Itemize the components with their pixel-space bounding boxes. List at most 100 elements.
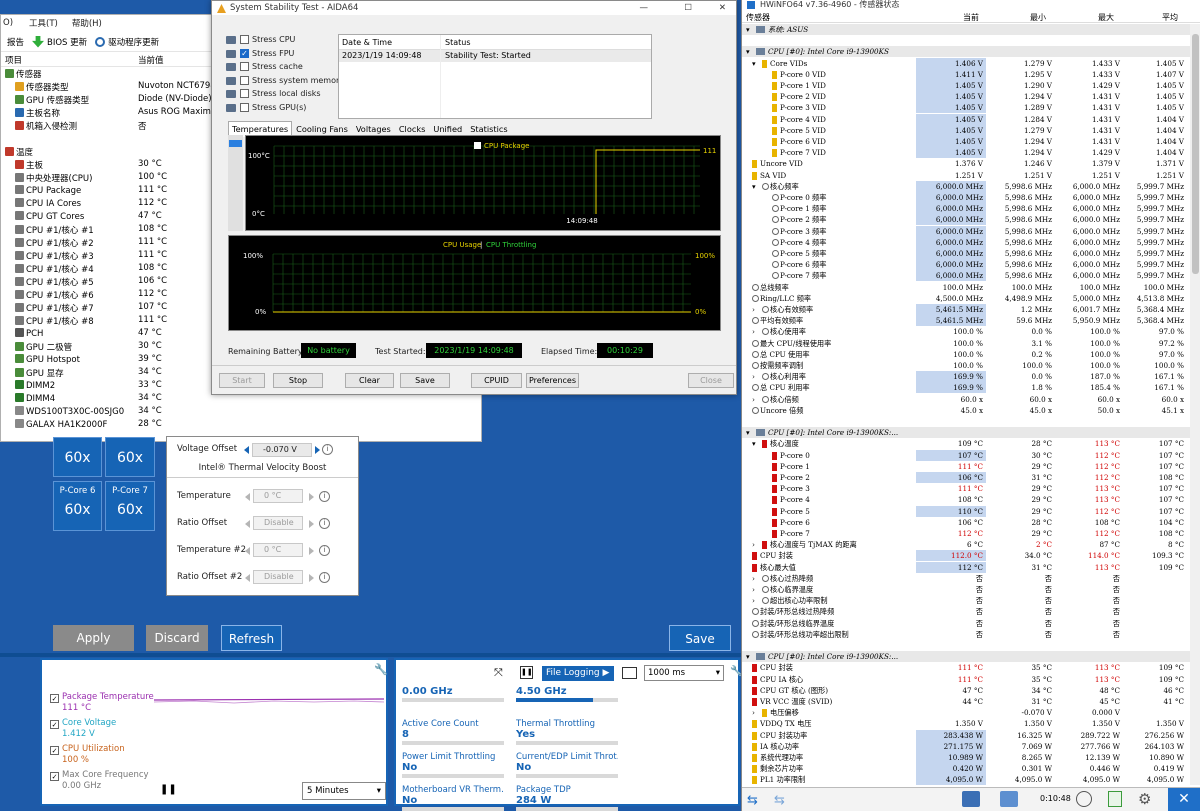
sensor-row[interactable]: ▾ 核心频率 6,000.0 MHz 5,998.6 MHz 6,000.0 MHz 5,… bbox=[742, 180, 1190, 192]
sensor-row[interactable]: P-core 4 108 °C 29 °C 113 °C 107 °C bbox=[742, 494, 1190, 505]
column-value[interactable]: 当前值 bbox=[138, 54, 164, 66]
col-current[interactable]: 当前 bbox=[963, 12, 979, 23]
sensor-row[interactable]: P-core 7 112 °C 29 °C 112 °C 108 °C bbox=[742, 528, 1190, 539]
info-icon[interactable]: i bbox=[319, 545, 330, 556]
checkbox[interactable]: ✓ bbox=[50, 694, 59, 703]
sensor-row[interactable]: P-core 0 107 °C 30 °C 112 °C 107 °C bbox=[742, 449, 1190, 461]
sensor-row[interactable]: › 电压偏移 -0.070 V 0.000 V bbox=[742, 707, 1190, 718]
sensor-row[interactable]: › 核心临界温度 否 否 否 bbox=[742, 584, 1190, 595]
checkbox[interactable]: ✓ bbox=[50, 720, 59, 729]
collapse-arrow-icon[interactable]: › bbox=[752, 304, 755, 315]
voltage-offset-select[interactable]: -0.070 V bbox=[252, 443, 312, 457]
report-button[interactable]: 报告 bbox=[7, 36, 24, 48]
decrease-arrow-icon[interactable] bbox=[245, 547, 250, 555]
close-icon[interactable]: ✕ bbox=[719, 1, 726, 15]
interval-select[interactable]: 1000 ms ▾ bbox=[644, 665, 724, 681]
core-tile[interactable]: 60x bbox=[105, 437, 155, 477]
sensor-row[interactable]: P-core 5 VID 1.405 V 1.279 V 1.431 V 1.404 V bbox=[742, 124, 1190, 136]
increase-arrow-icon[interactable] bbox=[309, 520, 314, 528]
sensor-row[interactable]: 剩余芯片功率 0.420 W 0.301 W 0.446 W 0.419 W bbox=[742, 763, 1190, 775]
sensor-row[interactable]: Uncore 倍频 45.0 x 45.0 x 50.0 x 45.1 x bbox=[742, 405, 1190, 416]
close-icon[interactable]: ✕ bbox=[1168, 788, 1200, 811]
sensor-row[interactable]: 总 CPU 利用率 169.9 % 1.8 % 185.4 % 167.1 % bbox=[742, 382, 1190, 394]
sensor-row[interactable]: CPU 封装 111 °C 35 °C 113 °C 109 °C bbox=[742, 662, 1190, 673]
sensor-row[interactable]: IA 核心功率 271.175 W 7.069 W 277.766 W 264.103 … bbox=[742, 740, 1190, 752]
sensor-row[interactable]: VR VCC 温度 (SVID) 44 °C 31 °C 45 °C 41 °C bbox=[742, 696, 1190, 707]
nav-arrows-icon[interactable]: ⇆ bbox=[774, 793, 785, 808]
collapse-arrow-icon[interactable]: › bbox=[752, 394, 755, 405]
sensor-row[interactable]: CPU 封装功率 283.438 W 16.325 W 289.722 W 276.25… bbox=[742, 729, 1190, 741]
sensor-row[interactable]: 最大 CPU/线程使用率 100.0 % 3.1 % 100.0 % 97.2 % bbox=[742, 338, 1190, 349]
sensor-row[interactable]: P-core 5 110 °C 29 °C 112 °C 107 °C bbox=[742, 505, 1190, 517]
sensor-row[interactable]: SA VID 1.251 V 1.251 V 1.251 V 1.251 V bbox=[742, 170, 1190, 181]
driver-update-button[interactable]: 驱动程序更新 bbox=[95, 36, 159, 48]
sensor-row[interactable]: P-core 3 频率 6,000.0 MHz 5,998.6 MHz 6,000.0… bbox=[742, 225, 1190, 237]
sensor-row[interactable]: › 超出核心功率限制 否 否 否 bbox=[742, 595, 1190, 606]
graph-scroll[interactable] bbox=[228, 135, 243, 231]
wrench-icon[interactable]: 🔧 bbox=[374, 663, 388, 676]
sensor-row[interactable]: P-core 2 106 °C 31 °C 112 °C 108 °C bbox=[742, 472, 1190, 483]
pause-icon[interactable]: ❚❚ bbox=[160, 784, 177, 795]
collapse-arrow-icon[interactable]: › bbox=[752, 707, 755, 718]
tvb-ratio-offset2-select[interactable]: Disable bbox=[253, 570, 303, 584]
clock-icon[interactable] bbox=[1076, 791, 1092, 807]
sensor-row[interactable]: Uncore VID 1.376 V 1.246 V 1.379 V 1.371 V bbox=[742, 158, 1190, 169]
decrease-arrow-icon[interactable] bbox=[245, 493, 250, 501]
checkbox[interactable]: ✓ bbox=[50, 772, 59, 781]
pause-icon[interactable]: ❚❚ bbox=[520, 666, 533, 679]
sensor-row[interactable]: 封装/环形总线过热降频 否 否 否 bbox=[742, 606, 1190, 617]
file-logging-button[interactable]: File Logging ▶ bbox=[542, 666, 614, 681]
col-max[interactable]: 最大 bbox=[1098, 12, 1114, 23]
preferences-button[interactable]: Preferences bbox=[526, 373, 579, 388]
start-button[interactable]: Start bbox=[219, 373, 265, 388]
collapse-arrow-icon[interactable]: › bbox=[752, 595, 755, 606]
sensor-row[interactable]: P-core 4 频率 6,000.0 MHz 5,998.6 MHz 6,000.0… bbox=[742, 236, 1190, 248]
sensor-row[interactable]: P-core 1 VID 1.405 V 1.290 V 1.429 V 1.405 V bbox=[742, 80, 1190, 91]
collapse-arrow-icon[interactable]: › bbox=[752, 539, 755, 550]
collapse-arrow-icon[interactable]: › bbox=[752, 326, 755, 337]
info-icon[interactable]: i bbox=[319, 572, 330, 583]
info-icon[interactable]: i bbox=[322, 444, 333, 455]
collapse-arrow-icon[interactable]: ▾ bbox=[746, 24, 750, 35]
sensor-row[interactable]: P-core 2 VID 1.405 V 1.294 V 1.431 V 1.405 V bbox=[742, 91, 1190, 103]
collapse-arrow-icon[interactable]: › bbox=[752, 371, 755, 382]
cpuid-button[interactable]: CPUID bbox=[471, 373, 522, 388]
tvb-ratio-offset-select[interactable]: Disable bbox=[253, 516, 303, 530]
stop-button[interactable]: Stop bbox=[273, 373, 323, 388]
log-col-date[interactable]: Date & Time bbox=[342, 38, 392, 47]
sensor-group[interactable]: ▾ 系统: ASUS bbox=[742, 24, 1190, 35]
sensor-row[interactable]: GALAX HA1K2000F 28 °C bbox=[1, 419, 481, 432]
sensor-row[interactable]: 平均有效频率 5,461.5 MHz 59.6 MHz 5,950.9 MHz 5,36… bbox=[742, 315, 1190, 327]
sensor-row[interactable]: › 核心利用率 169.9 % 0.0 % 187.0 % 167.1 % bbox=[742, 371, 1190, 383]
sensor-row[interactable]: 封装/环形总线功率超出限制 否 否 否 bbox=[742, 629, 1190, 640]
report-icon[interactable] bbox=[1108, 791, 1122, 807]
sensor-row[interactable]: › 核心温度与 TjMAX 的距离 6 °C 2 °C 87 °C 8 °C bbox=[742, 539, 1190, 550]
sensor-row[interactable]: P-core 7 VID 1.405 V 1.294 V 1.429 V 1.404 V bbox=[742, 147, 1190, 159]
sensor-group[interactable]: ▾ CPU [#0]: Intel Core i9-13900KS:... bbox=[742, 651, 1190, 663]
info-icon[interactable]: i bbox=[319, 518, 330, 529]
col-sensor[interactable]: 传感器 bbox=[746, 12, 770, 23]
sensor-row[interactable]: 核心最大值 112 °C 31 °C 113 °C 109 °C bbox=[742, 561, 1190, 573]
sensor-group[interactable]: ▾ CPU [#0]: Intel Core i9-13900KS:... bbox=[742, 427, 1190, 439]
sensor-row[interactable]: CPU GT 核心 (图形) 47 °C 34 °C 48 °C 46 °C bbox=[742, 685, 1190, 696]
duration-select[interactable]: 5 Minutes ▾ bbox=[302, 782, 386, 800]
sensor-row[interactable]: › 核心使用率 100.0 % 0.0 % 100.0 % 97.0 % bbox=[742, 326, 1190, 337]
sensor-row[interactable]: P-core 1 111 °C 29 °C 112 °C 107 °C bbox=[742, 461, 1190, 472]
stress-checkbox[interactable] bbox=[240, 35, 249, 44]
sensor-row[interactable]: Ring/LLC 频率 4,500.0 MHz 4,498.9 MHz 5,000.0… bbox=[742, 293, 1190, 304]
sensor-row[interactable]: ▾ 核心温度 109 °C 28 °C 113 °C 107 °C bbox=[742, 438, 1190, 449]
sensor-row[interactable]: 封装/环形总线临界温度 否 否 否 bbox=[742, 618, 1190, 629]
sensor-row[interactable]: VDDQ TX 电压 1.350 V 1.350 V 1.350 V 1.350 V bbox=[742, 718, 1190, 729]
sensor-row[interactable]: WDS100T3X0C-00SJG0 34 °C bbox=[1, 406, 481, 419]
sensor-row[interactable]: P-core 3 111 °C 29 °C 113 °C 107 °C bbox=[742, 483, 1190, 494]
collapse-arrow-icon[interactable]: › bbox=[752, 584, 755, 595]
sensor-row[interactable]: 系统代理功率 10.989 W 8.265 W 12.139 W 10.890 W bbox=[742, 752, 1190, 763]
monitor-icon[interactable] bbox=[1000, 791, 1018, 807]
core-tile[interactable]: 60x bbox=[53, 437, 102, 477]
menu-tools[interactable]: 工具(T) bbox=[29, 17, 58, 29]
sensor-row[interactable]: P-core 6 频率 6,000.0 MHz 5,998.6 MHz 6,000.0… bbox=[742, 259, 1190, 271]
collapse-arrow-icon[interactable]: › bbox=[752, 573, 755, 584]
sensor-row[interactable]: P-core 0 频率 6,000.0 MHz 5,998.6 MHz 6,000.0… bbox=[742, 192, 1190, 203]
col-min[interactable]: 最小 bbox=[1030, 12, 1046, 23]
network-icon[interactable] bbox=[962, 791, 980, 807]
